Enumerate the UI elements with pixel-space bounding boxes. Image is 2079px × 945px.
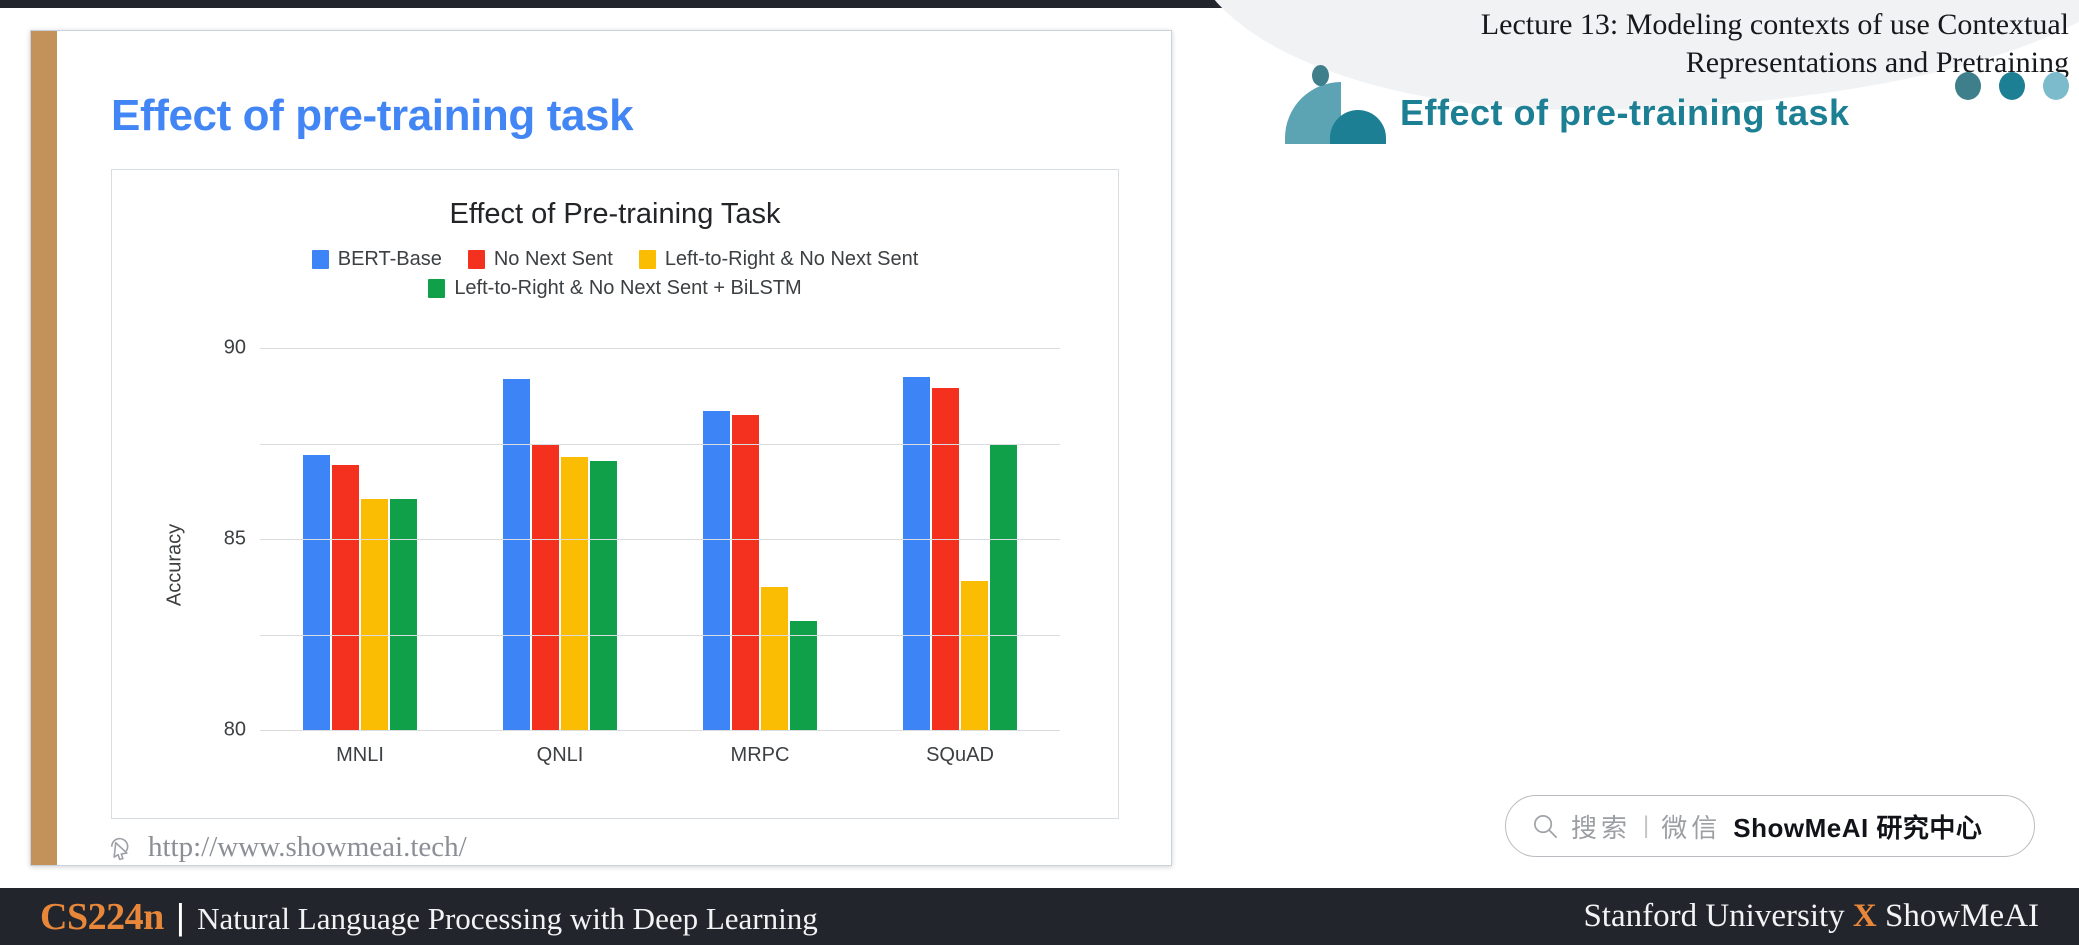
footer-right-b: ShowMeAI bbox=[1876, 898, 2039, 934]
bar[interactable] bbox=[932, 388, 959, 730]
x-axis-tick: MNLI bbox=[336, 744, 384, 766]
search-box[interactable]: 搜索 | 微信 ShowMeAI 研究中心 bbox=[1505, 795, 2035, 857]
slide-card: Effect of pre-training task Effect of Pr… bbox=[30, 30, 1172, 932]
footer-right-a: Stanford University bbox=[1583, 898, 1853, 934]
right-header: Lecture 13: Modeling contexts of use Con… bbox=[1190, 0, 2079, 180]
legend-row-1: BERT-Base No Next Sent Left-to-Right & No … bbox=[311, 248, 919, 271]
search-separator: | bbox=[1643, 812, 1650, 839]
y-axis-tick: 90 bbox=[223, 336, 246, 359]
dot-medium-icon bbox=[1999, 72, 2025, 100]
bar[interactable] bbox=[361, 498, 388, 730]
search-label: 搜索 bbox=[1571, 812, 1632, 843]
legend-item[interactable]: BERT-Base bbox=[311, 248, 442, 271]
chart-title: Effect of Pre-training Task bbox=[449, 198, 781, 230]
plot-canvas: MNLI QNLI MRPC SQuAD 707580 85 90 bbox=[224, 337, 1060, 932]
footer-left: CS224n | Natural Language Processing wit… bbox=[40, 895, 818, 939]
legend-swatch-icon bbox=[311, 250, 329, 269]
bar[interactable] bbox=[303, 454, 330, 730]
legend-label: No Next Sent bbox=[493, 248, 613, 270]
chart-container: Effect of Pre-training Task BERT-Base No … bbox=[111, 169, 1119, 932]
right-subtitle: Effect of pre-training task bbox=[1400, 92, 1850, 133]
footer-bar: CS224n | Natural Language Processing wit… bbox=[0, 888, 2079, 945]
slide-screenshot: Effect of pre-training task Effect of Pr… bbox=[0, 0, 2079, 945]
legend-swatch-icon bbox=[467, 250, 485, 269]
gridline: 90 bbox=[224, 337, 1060, 359]
gridline: 75 bbox=[224, 634, 1060, 932]
x-axis-tick: SQuAD bbox=[926, 744, 994, 766]
search-channel: 微信 bbox=[1661, 812, 1722, 843]
legend-item[interactable]: Left-to-Right & No Next Sent + BiLSTM bbox=[428, 277, 802, 300]
bar[interactable] bbox=[390, 498, 417, 730]
bar[interactable] bbox=[732, 414, 759, 730]
lecture-heading-line1: Lecture 13: Modeling contexts of use Con… bbox=[1480, 8, 2069, 41]
legend-label: Left-to-Right & No Next Sent + BiLSTM bbox=[454, 277, 802, 299]
bar[interactable] bbox=[332, 464, 359, 730]
course-name: Natural Language Processing with Deep Le… bbox=[197, 900, 818, 936]
cursor-icon bbox=[110, 837, 129, 861]
watermark: http://www.showmeai.tech/ bbox=[107, 831, 467, 864]
bar[interactable] bbox=[961, 581, 988, 730]
search-brand: ShowMeAI 研究中心 bbox=[1733, 812, 1983, 843]
legend-swatch-icon bbox=[428, 279, 446, 298]
gridline: 85 bbox=[224, 443, 1060, 550]
gridline: 70 bbox=[260, 730, 1060, 731]
bar[interactable] bbox=[561, 456, 588, 730]
bar[interactable] bbox=[761, 586, 788, 730]
bar[interactable] bbox=[790, 621, 817, 730]
bar[interactable] bbox=[990, 445, 1017, 730]
y-axis-tick: 85 bbox=[223, 527, 246, 550]
search-icon bbox=[1534, 814, 1557, 838]
course-code: CS224n bbox=[40, 895, 164, 938]
footer-right: Stanford University X ShowMeAI bbox=[1583, 898, 2039, 935]
dot-light-icon bbox=[2043, 72, 2069, 100]
bar[interactable] bbox=[503, 378, 530, 730]
plot-area: Accuracy MNLI QNLI MRPC SQuAD 707580 85 90 bbox=[112, 330, 1118, 932]
legend-label: Left-to-Right & No Next Sent bbox=[664, 248, 919, 270]
small-dot-icon bbox=[1312, 65, 1329, 86]
slide-accent-bar bbox=[31, 31, 57, 865]
x-axis-tick: MRPC bbox=[730, 744, 790, 766]
page-title: Effect of pre-training task bbox=[111, 91, 634, 140]
legend-label: BERT-Base bbox=[337, 248, 442, 270]
dot-dark-icon bbox=[1955, 72, 1981, 100]
legend-swatch-icon bbox=[638, 250, 656, 269]
bar[interactable] bbox=[703, 411, 730, 730]
legend-item[interactable]: Left-to-Right & No Next Sent bbox=[638, 248, 919, 271]
decorative-dots bbox=[1955, 72, 2069, 100]
legend-item[interactable]: No Next Sent bbox=[467, 248, 613, 271]
y-axis-label: Accuracy bbox=[163, 523, 186, 607]
y-axis-tick: 80 bbox=[223, 718, 246, 741]
gridline: 80 bbox=[224, 539, 1060, 741]
bar[interactable] bbox=[590, 460, 617, 730]
footer-right-x: X bbox=[1852, 898, 1877, 934]
watermark-url: http://www.showmeai.tech/ bbox=[148, 831, 467, 863]
x-axis-tick: QNLI bbox=[536, 744, 584, 766]
footer-divider: | bbox=[175, 895, 186, 937]
bar[interactable] bbox=[532, 445, 559, 730]
bar[interactable] bbox=[903, 376, 930, 730]
chart-legend: BERT-Base No Next Sent Left-to-Right & No … bbox=[112, 248, 1118, 300]
legend-row-2: Left-to-Right & No Next Sent + BiLSTM bbox=[428, 277, 802, 300]
